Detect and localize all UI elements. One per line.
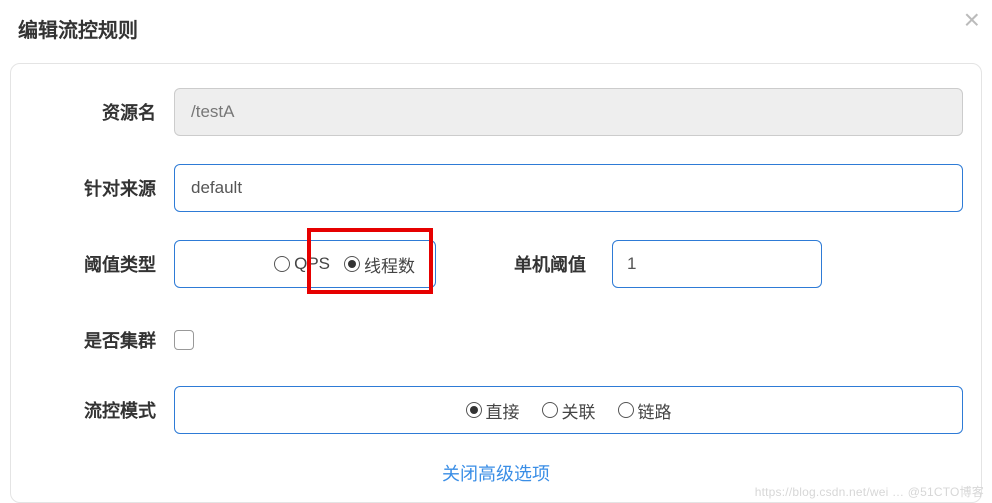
row-cluster: 是否集群 bbox=[29, 316, 963, 364]
link-close-advanced[interactable]: 关闭高级选项 bbox=[29, 452, 963, 492]
radio-mode-relate[interactable]: 关联 bbox=[542, 398, 596, 423]
row-limit-app: 针对来源 bbox=[29, 164, 963, 212]
dialog-title: 编辑流控规则 bbox=[0, 0, 992, 63]
checkbox-cluster[interactable] bbox=[174, 330, 194, 350]
row-threshold-type: 阈值类型 QPS 线程数 单机阈值 bbox=[29, 240, 963, 288]
label-mode: 流控模式 bbox=[29, 397, 174, 423]
radio-icon bbox=[466, 402, 482, 418]
radio-group-threshold-type: QPS 线程数 bbox=[174, 240, 436, 288]
radio-icon bbox=[618, 402, 634, 418]
row-mode: 流控模式 直接 关联 链路 bbox=[29, 386, 963, 434]
radio-icon bbox=[344, 256, 360, 272]
radio-label-thread: 线程数 bbox=[364, 252, 415, 277]
radio-qps[interactable]: QPS bbox=[274, 254, 330, 274]
label-single-threshold: 单机阈值 bbox=[514, 251, 586, 277]
label-cluster: 是否集群 bbox=[29, 327, 174, 353]
radio-icon bbox=[274, 256, 290, 272]
input-limit-app[interactable] bbox=[174, 164, 963, 212]
input-resource bbox=[174, 88, 963, 136]
radio-label-qps: QPS bbox=[294, 254, 330, 274]
radio-mode-chain[interactable]: 链路 bbox=[618, 398, 672, 423]
form-panel: 资源名 针对来源 阈值类型 QPS 线程数 单机阈值 bbox=[10, 63, 982, 503]
radio-thread[interactable]: 线程数 bbox=[344, 252, 415, 277]
input-single-threshold[interactable] bbox=[612, 240, 822, 288]
label-resource: 资源名 bbox=[29, 99, 174, 125]
radio-label-chain: 链路 bbox=[638, 398, 672, 423]
radio-group-mode: 直接 关联 链路 bbox=[174, 386, 963, 434]
row-resource: 资源名 bbox=[29, 88, 963, 136]
close-icon[interactable]: × bbox=[964, 6, 980, 34]
radio-icon bbox=[542, 402, 558, 418]
radio-label-relate: 关联 bbox=[562, 398, 596, 423]
label-limit-app: 针对来源 bbox=[29, 175, 174, 201]
radio-mode-direct[interactable]: 直接 bbox=[466, 398, 520, 423]
label-threshold-type: 阈值类型 bbox=[29, 251, 174, 277]
radio-label-direct: 直接 bbox=[486, 398, 520, 423]
